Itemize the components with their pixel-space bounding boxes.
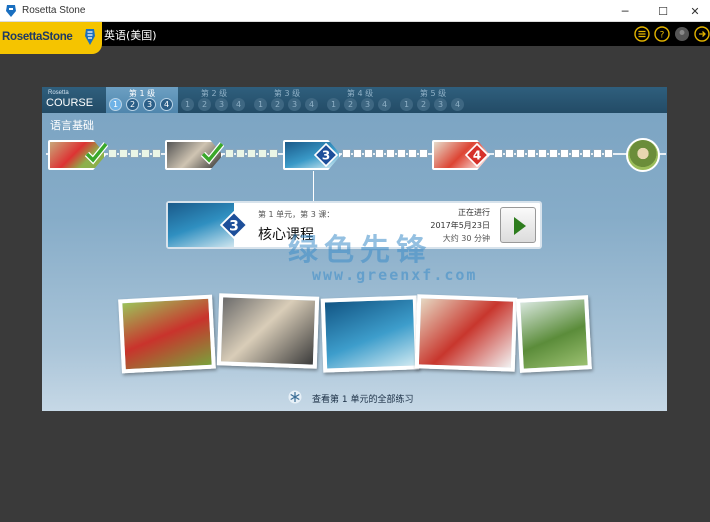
lesson-1-complete-check-icon <box>84 142 108 165</box>
watermark-url: www.greenxf.com <box>312 266 478 284</box>
level-3-unit-1[interactable]: 1 <box>254 98 267 111</box>
window-title: Rosetta Stone <box>22 5 86 16</box>
view-all-unit-activities-link[interactable]: 查看第 1 单元的全部练习 <box>312 392 413 405</box>
lesson-date: 2017年5月23日 <box>430 221 490 230</box>
activity-square[interactable] <box>527 149 536 158</box>
course-logo-big: COURSE <box>46 97 94 109</box>
unit-title: 语言基础 <box>50 119 94 132</box>
svg-text:?: ? <box>660 31 665 41</box>
help-icon[interactable]: ? <box>654 26 670 42</box>
activity-complete-square[interactable] <box>258 149 267 158</box>
activity-square[interactable] <box>549 149 558 158</box>
activity-square[interactable] <box>593 149 602 158</box>
activity-square[interactable] <box>571 149 580 158</box>
level-1-unit-4[interactable]: 4 <box>160 98 173 111</box>
account-icon[interactable] <box>674 26 690 42</box>
logo-text: RosettaStone <box>2 31 73 43</box>
lesson-3-badge-number: 3 <box>322 149 330 163</box>
activity-square[interactable] <box>538 149 547 158</box>
activity-square[interactable] <box>375 149 384 158</box>
activity-complete-square[interactable] <box>247 149 256 158</box>
activity-complete-square[interactable] <box>236 149 245 158</box>
language-selector[interactable]: 英语(美国) <box>104 27 157 43</box>
rosetta-stone-app-icon <box>6 5 16 17</box>
minimize-button[interactable]: ─ <box>608 0 642 22</box>
course-logo: Rosetta COURSE <box>42 87 106 113</box>
level-4-unit-2[interactable]: 2 <box>344 98 357 111</box>
level-4-unit-4[interactable]: 4 <box>378 98 391 111</box>
menu-list-icon[interactable] <box>634 26 650 42</box>
level-5-unit-2[interactable]: 2 <box>417 98 430 111</box>
lesson-2-complete-check-icon <box>200 142 224 165</box>
lesson-4-badge-number: 4 <box>473 149 481 163</box>
photo-underwater-diver <box>320 295 420 373</box>
lesson-4-next-badge-icon: 4 <box>465 143 489 167</box>
activity-complete-square[interactable] <box>130 149 139 158</box>
level-4-unit-3[interactable]: 3 <box>361 98 374 111</box>
tab-level-3[interactable]: 第 3 级 1 2 3 4 <box>251 87 323 113</box>
activity-square[interactable] <box>560 149 569 158</box>
activity-complete-square[interactable] <box>269 149 278 158</box>
level-5-unit-4[interactable]: 4 <box>451 98 464 111</box>
activity-square[interactable] <box>604 149 613 158</box>
photo-cup-outdoors <box>516 295 592 373</box>
lesson-breadcrumb: 第 1 单元，第 3 课： <box>258 210 335 219</box>
level-2-unit-1[interactable]: 1 <box>181 98 194 111</box>
rosetta-stone-logo: RosettaStone <box>0 22 102 54</box>
maximize-button[interactable]: ☐ <box>646 0 680 22</box>
tab-level-2[interactable]: 第 2 级 1 2 3 4 <box>178 87 250 113</box>
level-1-unit-1[interactable]: 1 <box>109 98 122 111</box>
level-tabs-bar: Rosetta COURSE 第 1 级 1 2 3 4 第 2 级 1 2 3… <box>42 87 667 113</box>
level-3-unit-4[interactable]: 4 <box>305 98 318 111</box>
exit-icon[interactable] <box>694 26 710 42</box>
lesson-status: 正在进行 <box>458 208 490 217</box>
activity-square[interactable] <box>342 149 351 158</box>
watermark-text: 绿色先锋 <box>288 233 432 268</box>
unit-milestone-thumbnail[interactable] <box>626 138 660 172</box>
card-connector <box>313 171 314 201</box>
activity-square[interactable] <box>494 149 503 158</box>
play-icon <box>514 217 526 235</box>
activity-square[interactable] <box>386 149 395 158</box>
activity-square[interactable] <box>505 149 514 158</box>
activity-complete-square[interactable] <box>119 149 128 158</box>
lesson-card-badge-number: 3 <box>229 218 239 234</box>
photo-people-with-maps <box>216 293 320 369</box>
level-1-unit-2[interactable]: 2 <box>126 98 139 111</box>
photo-girl-in-field <box>118 294 216 374</box>
activity-square[interactable] <box>516 149 525 158</box>
activity-square[interactable] <box>364 149 373 158</box>
close-button[interactable]: ✕ <box>678 0 710 22</box>
level-2-unit-2[interactable]: 2 <box>198 98 211 111</box>
tab-level-1[interactable]: 第 1 级 1 2 3 4 <box>106 87 178 113</box>
photo-friends-smiling <box>414 294 518 372</box>
window-titlebar: Rosetta Stone ─ ☐ ✕ <box>0 0 710 22</box>
activity-square[interactable] <box>582 149 591 158</box>
activity-complete-square[interactable] <box>152 149 161 158</box>
lesson-card-badge-icon: 3 <box>220 211 248 239</box>
level-3-unit-2[interactable]: 2 <box>271 98 284 111</box>
lesson-duration: 大约 30 分钟 <box>442 234 490 243</box>
level-3-unit-3[interactable]: 3 <box>288 98 301 111</box>
activity-complete-square[interactable] <box>141 149 150 158</box>
activity-complete-square[interactable] <box>108 149 117 158</box>
level-5-unit-3[interactable]: 3 <box>434 98 447 111</box>
tab-level-5[interactable]: 第 5 级 1 2 3 4 <box>397 87 469 113</box>
level-2-unit-3[interactable]: 3 <box>215 98 228 111</box>
activity-square[interactable] <box>397 149 406 158</box>
activity-square[interactable] <box>353 149 362 158</box>
activity-complete-square[interactable] <box>225 149 234 158</box>
snowflake-icon <box>288 390 302 404</box>
level-1-unit-3[interactable]: 3 <box>143 98 156 111</box>
lesson-3-current-badge-icon: 3 <box>314 143 338 167</box>
level-2-unit-4[interactable]: 4 <box>232 98 245 111</box>
level-5-unit-1[interactable]: 1 <box>400 98 413 111</box>
tab-level-4[interactable]: 第 4 级 1 2 3 4 <box>324 87 396 113</box>
activity-square[interactable] <box>408 149 417 158</box>
play-lesson-button[interactable] <box>500 207 536 243</box>
course-logo-small: Rosetta <box>48 90 69 96</box>
level-4-unit-1[interactable]: 1 <box>327 98 340 111</box>
rosetta-stone-logo-icon <box>85 29 95 45</box>
activity-square[interactable] <box>419 149 428 158</box>
